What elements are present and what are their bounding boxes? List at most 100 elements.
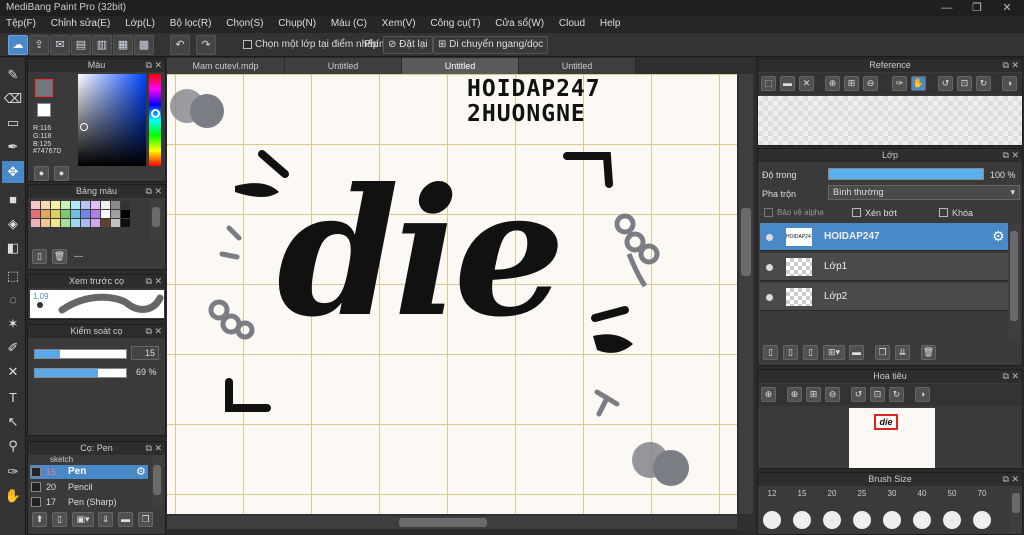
dropper-icon[interactable]: ✑ bbox=[2, 461, 24, 483]
brush-list-item[interactable]: 20 Pencil bbox=[30, 480, 148, 494]
gradient-tool-icon[interactable]: ◧ bbox=[2, 237, 24, 259]
panel-close-icon[interactable]: ⧉ ✕ bbox=[146, 325, 162, 338]
panel-close-icon[interactable]: ⧉ ✕ bbox=[146, 59, 162, 72]
eyedropper-icon[interactable]: ✑ bbox=[892, 76, 907, 91]
comment-icon[interactable]: ✉ bbox=[50, 35, 70, 55]
vertical-scrollbar[interactable] bbox=[739, 74, 753, 514]
brush-size-dot[interactable] bbox=[973, 511, 991, 529]
color-picker-cursor[interactable] bbox=[80, 123, 88, 131]
select-layer-checkbox[interactable] bbox=[243, 40, 252, 49]
tab-untitled-2[interactable]: Untitled bbox=[402, 58, 519, 74]
rotate-left-icon[interactable]: ↺ bbox=[851, 387, 866, 402]
move-tool-icon[interactable]: ✥ bbox=[2, 161, 24, 183]
brush-size-dot[interactable] bbox=[853, 511, 871, 529]
gear-icon[interactable]: ⚙ bbox=[136, 465, 146, 478]
menu-cloud[interactable]: Cloud bbox=[553, 16, 591, 33]
brush-menu-icon[interactable]: ▣▾ bbox=[72, 512, 94, 527]
brush-size-option[interactable]: 25 bbox=[848, 489, 876, 498]
palette-swatch[interactable] bbox=[31, 219, 40, 227]
brush-size-option[interactable]: 40 bbox=[908, 489, 936, 498]
folder-icon[interactable]: ▬ bbox=[118, 512, 133, 527]
brush-size-dot[interactable] bbox=[913, 511, 931, 529]
reset-button[interactable]: ⊘ Đặt lại bbox=[383, 36, 433, 54]
palette-scroll-thumb[interactable] bbox=[152, 207, 160, 227]
brush-size-option[interactable]: 20 bbox=[818, 489, 846, 498]
visibility-eye-icon[interactable] bbox=[766, 294, 773, 301]
fit-icon[interactable]: ⊞ bbox=[806, 387, 821, 402]
palette-swatch[interactable] bbox=[91, 210, 100, 218]
palette-swatch[interactable] bbox=[41, 201, 50, 209]
color-swap-icon[interactable]: ● bbox=[54, 166, 69, 181]
layer-scrollbar[interactable] bbox=[1008, 223, 1020, 341]
palette-swatch[interactable] bbox=[71, 219, 80, 227]
eyedropper-icon[interactable]: ⚲ bbox=[2, 435, 24, 457]
palette-swatch[interactable] bbox=[81, 201, 90, 209]
horizontal-scroll-thumb[interactable] bbox=[399, 518, 487, 527]
menu-layer[interactable]: Lớp(L) bbox=[119, 16, 161, 33]
page-icon[interactable]: ▤ bbox=[71, 35, 91, 55]
rect-select-icon[interactable]: ▭ bbox=[2, 112, 24, 134]
eraser-tool-icon[interactable]: ⌫ bbox=[2, 88, 24, 110]
horizontal-scrollbar[interactable] bbox=[167, 516, 737, 529]
brush-tool-icon[interactable]: ✎ bbox=[2, 64, 24, 86]
palette-swatch[interactable] bbox=[31, 210, 40, 218]
menu-snap[interactable]: Chụp(N) bbox=[272, 16, 322, 33]
tab-mam-cutevl[interactable]: Mam cutevl.mdp bbox=[167, 58, 285, 74]
delete-palette-icon[interactable]: 🗑 bbox=[52, 249, 67, 264]
panel-close-icon[interactable]: ⧉ ✕ bbox=[1003, 473, 1019, 486]
palette-swatch[interactable] bbox=[121, 201, 130, 209]
palette-swatch[interactable] bbox=[111, 219, 120, 227]
menu-file[interactable]: Tệp(F) bbox=[0, 16, 42, 33]
reset-view-icon[interactable]: ⊡ bbox=[870, 387, 885, 402]
menu-help[interactable]: Help bbox=[594, 16, 627, 33]
menu-edit[interactable]: Chỉnh sửa(E) bbox=[45, 16, 117, 33]
saturation-value-picker[interactable] bbox=[78, 74, 146, 166]
brush-size-option[interactable]: 30 bbox=[878, 489, 906, 498]
hand-tool-icon[interactable]: ✋ bbox=[2, 485, 24, 507]
pen-tool-icon[interactable]: ✒ bbox=[2, 136, 24, 158]
zoom-out-icon[interactable]: ⊖ bbox=[863, 76, 878, 91]
new-8bit-layer-icon[interactable]: ▯ bbox=[803, 345, 818, 360]
bucket-tool-icon[interactable]: ◈ bbox=[2, 213, 24, 235]
new-halftone-layer-icon[interactable]: ▯ bbox=[783, 345, 798, 360]
new-palette-icon[interactable]: ▯ bbox=[32, 249, 47, 264]
reference-image-area[interactable] bbox=[758, 96, 1022, 145]
grid-settings-icon[interactable]: ▦ bbox=[113, 35, 133, 55]
palette-swatch[interactable] bbox=[51, 201, 60, 209]
brush-size-dot[interactable] bbox=[793, 511, 811, 529]
brush-size-scrollbar[interactable] bbox=[1010, 489, 1022, 534]
flip-icon[interactable]: ◑ bbox=[1002, 76, 1017, 91]
panel-close-icon[interactable]: ⧉ ✕ bbox=[1003, 370, 1019, 383]
panel-close-icon[interactable]: ⧉ ✕ bbox=[146, 442, 162, 455]
palette-swatch[interactable] bbox=[31, 201, 40, 209]
fit-icon[interactable]: ⊞ bbox=[844, 76, 859, 91]
brush-list-item[interactable]: sketch bbox=[30, 455, 150, 463]
marquee-icon[interactable]: ⬚ bbox=[2, 265, 24, 287]
add-layer-menu-icon[interactable]: ⊞▾ bbox=[823, 345, 845, 360]
brush-size-dot[interactable] bbox=[943, 511, 961, 529]
palette-swatch[interactable] bbox=[121, 210, 130, 218]
reset-view-icon[interactable]: ⊡ bbox=[957, 76, 972, 91]
navigator-viewport[interactable]: die bbox=[874, 414, 898, 430]
rotate-right-icon[interactable]: ↻ bbox=[889, 387, 904, 402]
menu-filter[interactable]: Bộ lọc(R) bbox=[164, 16, 218, 33]
menu-tools[interactable]: Công cụ(T) bbox=[424, 16, 486, 33]
clipping-checkbox[interactable] bbox=[852, 208, 861, 217]
zoom-out-icon[interactable]: ⊖ bbox=[825, 387, 840, 402]
document-icon[interactable]: ▥ bbox=[92, 35, 112, 55]
protect-alpha-checkbox[interactable] bbox=[764, 208, 773, 217]
secondary-color-swatch[interactable] bbox=[37, 103, 51, 117]
delete-layer-icon[interactable]: 🗑 bbox=[921, 345, 936, 360]
layer-scroll-thumb[interactable] bbox=[1010, 231, 1018, 321]
blend-mode-select[interactable]: Bình thường▾ bbox=[828, 185, 1020, 200]
palette-swatch[interactable] bbox=[101, 219, 110, 227]
cloud-icon[interactable]: ☁ bbox=[8, 35, 28, 55]
brush-size-dot[interactable] bbox=[763, 511, 781, 529]
panel-close-icon[interactable]: ⧉ ✕ bbox=[1003, 59, 1019, 72]
select-pen-icon[interactable]: ✐ bbox=[2, 337, 24, 359]
brush-list-scrollbar[interactable] bbox=[151, 455, 163, 510]
palette-swatch[interactable] bbox=[41, 210, 50, 218]
visibility-eye-icon[interactable] bbox=[766, 234, 773, 241]
panel-close-icon[interactable]: ⧉ ✕ bbox=[146, 275, 162, 288]
hue-slider-handle[interactable] bbox=[151, 109, 160, 118]
